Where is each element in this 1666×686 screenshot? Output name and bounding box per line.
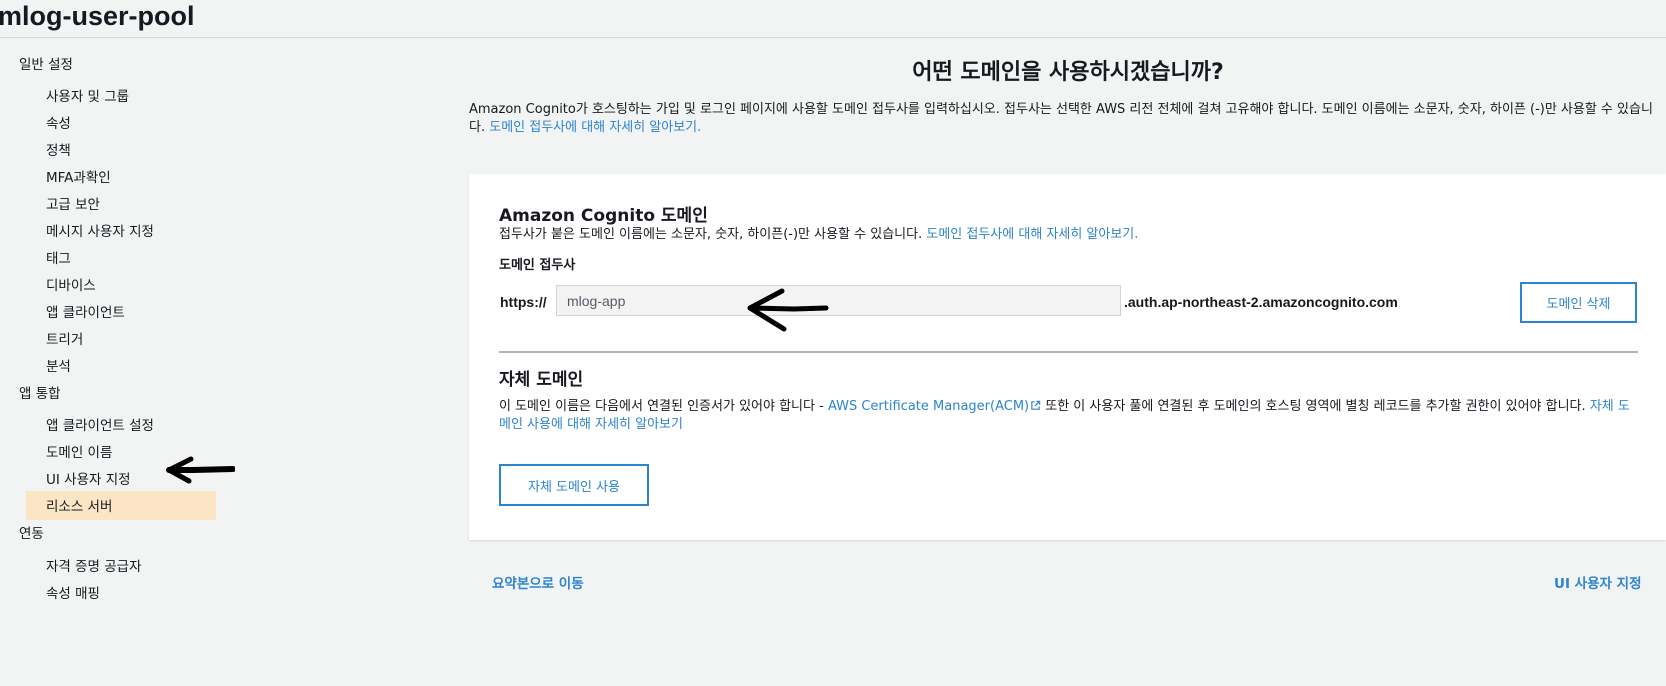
nav-section-federation: 연동 <box>19 526 44 542</box>
sidebar-item-policies[interactable]: 정책 <box>46 139 71 159</box>
sidebar-item-triggers[interactable]: 트리거 <box>46 328 83 348</box>
custom-domain-description-after: 또한 이 사용자 풀에 연결된 후 도메인의 호스팅 영역에 별칭 레코드를 추… <box>1045 399 1586 414</box>
intro-paragraph: Amazon Cognito가 호스팅하는 가입 및 로그인 페이지에 사용할 … <box>469 101 1654 137</box>
sidebar-item-domain-name[interactable]: 도메인 이름 <box>46 441 112 461</box>
custom-domain-description-before: 이 도메인 이름은 다음에서 연결된 인증서가 있어야 합니다 - <box>499 399 824 414</box>
scheme-label: https:// <box>500 294 547 310</box>
custom-domain-description-row: 이 도메인 이름은 다음에서 연결된 인증서가 있어야 합니다 - AWS Ce… <box>499 398 1639 434</box>
cognito-domain-title: Amazon Cognito 도메인 <box>499 206 708 226</box>
acm-link[interactable]: AWS Certificate Manager(ACM) <box>828 399 1041 414</box>
cognito-domain-description: 접두사가 붙은 도메인 이름에는 소문자, 숫자, 하이픈(-)만 사용할 수 … <box>499 227 923 242</box>
sidebar-item-identity-providers[interactable]: 자격 증명 공급자 <box>46 555 142 575</box>
sidebar-item-app-clients[interactable]: 앱 클라이언트 <box>46 301 125 321</box>
header: mlog-user-pool <box>0 0 1666 38</box>
delete-domain-button[interactable]: 도메인 삭제 <box>1520 282 1637 323</box>
next-ui-customization-link[interactable]: UI 사용자 지정 <box>1554 572 1642 592</box>
sidebar-annotation-arrow-icon <box>166 456 235 484</box>
sidebar-item-message-customizations[interactable]: 메시지 사용자 지정 <box>46 220 154 240</box>
back-to-summary-link[interactable]: 요약본으로 이동 <box>492 572 584 592</box>
user-pool-title: mlog-user-pool <box>0 1 195 31</box>
cognito-domain-description-row: 접두사가 붙은 도메인 이름에는 소문자, 숫자, 하이픈(-)만 사용할 수 … <box>499 226 1138 244</box>
domain-suffix: .auth.ap-northeast-2.amazoncognito.com <box>1124 294 1398 310</box>
sidebar-item-ui-customization[interactable]: UI 사용자 지정 <box>46 468 131 488</box>
domain-prefix-learn-more-link[interactable]: 도메인 접두사에 대해 자세히 알아보기. <box>489 120 701 135</box>
custom-domain-title: 자체 도메인 <box>499 370 584 390</box>
sidebar-item-tags[interactable]: 태그 <box>46 247 71 267</box>
sidebar-item-analytics[interactable]: 분석 <box>46 355 71 375</box>
sidebar-item-advanced-security[interactable]: 고급 보안 <box>46 193 100 213</box>
domain-prefix-input[interactable] <box>556 285 1121 316</box>
sidebar-item-attribute-mapping[interactable]: 속성 매핑 <box>46 582 100 602</box>
sidebar-item-attributes[interactable]: 속성 <box>46 112 71 132</box>
sidebar-item-devices[interactable]: 디바이스 <box>46 274 96 294</box>
section-divider <box>499 351 1638 353</box>
nav-section-app-integration: 앱 통합 <box>19 386 61 402</box>
sidebar-item-mfa[interactable]: MFA과확인 <box>46 166 111 186</box>
sidebar-item-resource-servers[interactable]: 리소스 서버 <box>46 495 112 515</box>
sidebar-item-users-and-groups[interactable]: 사용자 및 그룹 <box>46 85 129 105</box>
domain-settings-card: Amazon Cognito 도메인 접두사가 붙은 도메인 이름에는 소문자,… <box>469 174 1666 540</box>
page-title: 어떤 도메인을 사용하시겠습니까? <box>912 60 1224 85</box>
domain-prefix-label: 도메인 접두사 <box>499 258 576 273</box>
use-custom-domain-button[interactable]: 자체 도메인 사용 <box>499 464 649 506</box>
nav-section-general: 일반 설정 <box>19 57 73 73</box>
cognito-domain-learn-more-link[interactable]: 도메인 접두사에 대해 자세히 알아보기. <box>926 227 1138 242</box>
acm-link-label: AWS Certificate Manager(ACM) <box>827 399 1030 414</box>
external-link-icon <box>1031 400 1041 410</box>
sidebar-item-app-client-settings[interactable]: 앱 클라이언트 설정 <box>46 414 154 434</box>
